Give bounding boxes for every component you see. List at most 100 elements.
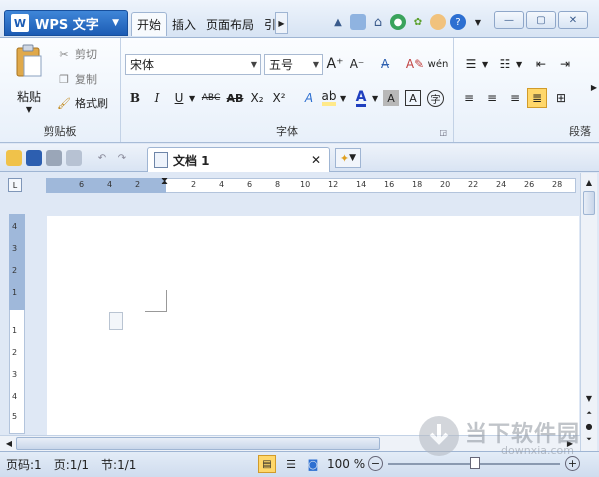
italic-button[interactable]: I	[147, 88, 167, 108]
open-folder-icon[interactable]	[6, 150, 22, 166]
undo-icon[interactable]: ↶	[94, 150, 110, 166]
justify-button[interactable]: ≣	[527, 88, 547, 108]
document-tab[interactable]: 文档 1 ✕	[147, 147, 330, 172]
grow-font-button[interactable]: A⁺	[325, 54, 345, 74]
scroll-up-button[interactable]: ▲	[582, 175, 596, 189]
numbering-button[interactable]: ☷	[495, 54, 515, 74]
copy-icon: ❐	[59, 72, 69, 86]
collapse-ribbon-icon[interactable]: ▲	[330, 14, 346, 30]
ruler-tick: 16	[384, 180, 395, 189]
minimize-button[interactable]: —	[494, 11, 524, 29]
horizontal-ruler[interactable]: L 6 4 2 ⧗ 2 4 6 8 10 12 14 16 18 20 22 2…	[0, 173, 599, 197]
enclose-char-button[interactable]: 字	[427, 90, 444, 107]
chevron-down-icon[interactable]: ▼	[470, 14, 486, 30]
chevron-down-icon[interactable]: ▼	[516, 60, 522, 69]
vruler-tick: 1	[12, 326, 18, 335]
decrease-indent-button[interactable]: ⇤	[531, 54, 551, 74]
double-strike-button[interactable]: AB	[225, 88, 245, 108]
chevron-right-icon[interactable]: ▶	[591, 83, 597, 92]
page-view-button[interactable]: ▤	[258, 455, 276, 473]
copy-button[interactable]: ❐ 复制	[56, 71, 97, 87]
app-menu-button[interactable]: W WPS 文字 ▼	[4, 10, 128, 36]
window-controls: — ▢ ✕	[494, 11, 588, 29]
help-icon[interactable]: ?	[450, 14, 466, 30]
align-center-button[interactable]: ≡	[482, 88, 502, 108]
print-icon[interactable]	[46, 150, 62, 166]
char-shading-button[interactable]: A	[383, 90, 399, 106]
bullet-list-icon: ☰	[465, 57, 477, 71]
underline-button[interactable]: U	[169, 88, 189, 108]
download-arrow-icon	[419, 416, 459, 456]
ruler-tick: 18	[412, 180, 423, 189]
chevron-down-icon[interactable]: ▼	[340, 94, 346, 103]
bullets-button[interactable]: ☰	[461, 54, 481, 74]
redo-icon[interactable]: ↷	[114, 150, 130, 166]
outline-view-button[interactable]: ☰	[282, 455, 300, 473]
highlight-button[interactable]: ab	[319, 88, 339, 108]
chevron-down-icon: ▼	[112, 18, 119, 28]
font-color-button[interactable]: A	[351, 88, 371, 108]
scissors-icon: ✂	[59, 47, 69, 61]
app-name: WPS 文字	[35, 17, 99, 33]
print-preview-icon[interactable]	[66, 150, 82, 166]
tab-page-layout[interactable]: 页面布局	[201, 12, 259, 36]
chevron-down-icon[interactable]: ▼	[189, 94, 195, 103]
scroll-down-button[interactable]: ▼	[582, 391, 596, 405]
font-name-select[interactable]: 宋体 ▼	[125, 54, 261, 75]
text-effect-button[interactable]: A	[299, 88, 319, 108]
plant-icon[interactable]: ✿	[410, 14, 426, 30]
web-view-button[interactable]: ◙	[304, 455, 322, 473]
zoom-level[interactable]: 100 %	[327, 457, 365, 471]
close-icon[interactable]: ✕	[311, 153, 321, 167]
font-dialog-launcher-icon[interactable]: ◲	[439, 128, 447, 137]
tab-insert[interactable]: 插入	[167, 12, 201, 36]
scroll-left-button[interactable]: ◀	[2, 437, 16, 450]
pinyin-button[interactable]: wén	[428, 54, 449, 74]
cut-label: 剪切	[75, 48, 97, 61]
decrease-indent-icon: ⇤	[535, 57, 547, 71]
zoom-out-button[interactable]: −	[368, 456, 383, 471]
windows-icon[interactable]	[350, 14, 366, 30]
subscript-button[interactable]: X₂	[247, 88, 267, 108]
document-page[interactable]	[47, 216, 579, 437]
superscript-button[interactable]: X²	[269, 88, 289, 108]
font-group: 宋体 ▼ 五号 ▼ A⁺ A⁻ A̶ A✎ wén B I U ▼ ABC AB…	[121, 38, 454, 142]
save-icon[interactable]	[26, 150, 42, 166]
scroll-thumb[interactable]	[583, 191, 595, 215]
paste-button[interactable]: 粘贴 ▼	[8, 44, 50, 114]
hscroll-thumb[interactable]	[16, 437, 380, 450]
status-section: 节:1/1	[101, 458, 137, 472]
tab-home[interactable]: 开始	[131, 12, 168, 36]
globe-icon[interactable]: ●	[390, 14, 406, 30]
home-icon[interactable]: ⌂	[370, 14, 386, 30]
indent-marker-icon[interactable]: ⧗	[161, 176, 168, 187]
user-icon[interactable]	[430, 14, 446, 30]
align-right-button[interactable]: ≡	[505, 88, 525, 108]
increase-indent-button[interactable]: ⇥	[555, 54, 575, 74]
numbered-list-icon: ☷	[499, 57, 511, 71]
bold-button[interactable]: B	[125, 88, 145, 108]
ruler-tick: 12	[328, 180, 339, 189]
distributed-button[interactable]: ⊞	[551, 88, 571, 108]
strikethrough-button[interactable]: ABC	[201, 88, 221, 108]
vertical-scrollbar[interactable]: ▲ ▼ ⏶ ● ⏷	[580, 173, 597, 451]
maximize-button[interactable]: ▢	[526, 11, 556, 29]
close-button[interactable]: ✕	[558, 11, 588, 29]
tab-scroll-right-button[interactable]: ▶	[275, 12, 288, 34]
clear-format-button[interactable]: A̶	[375, 54, 395, 74]
new-document-button[interactable]: ✦ ▼	[335, 148, 361, 168]
font-size-select[interactable]: 五号 ▼	[264, 54, 323, 75]
vruler-tick: 2	[12, 348, 18, 357]
chevron-down-icon[interactable]: ▼	[482, 60, 488, 69]
chevron-down-icon[interactable]: ▼	[372, 94, 378, 103]
align-left-button[interactable]: ≡	[459, 88, 479, 108]
phonetic-icon: A✎	[405, 57, 425, 71]
format-painter-button[interactable]: 🖌 格式刷	[56, 95, 108, 111]
tab-stop-selector[interactable]: L	[8, 178, 22, 192]
ruler-left-margin	[46, 178, 166, 193]
ribbon-tabs: 开始 插入 页面布局 引	[131, 12, 281, 36]
shrink-font-button[interactable]: A⁻	[347, 54, 367, 74]
char-border-button[interactable]: A	[405, 90, 421, 106]
cut-button[interactable]: ✂ 剪切	[56, 46, 97, 62]
phonetic-guide-button[interactable]: A✎	[405, 54, 425, 74]
